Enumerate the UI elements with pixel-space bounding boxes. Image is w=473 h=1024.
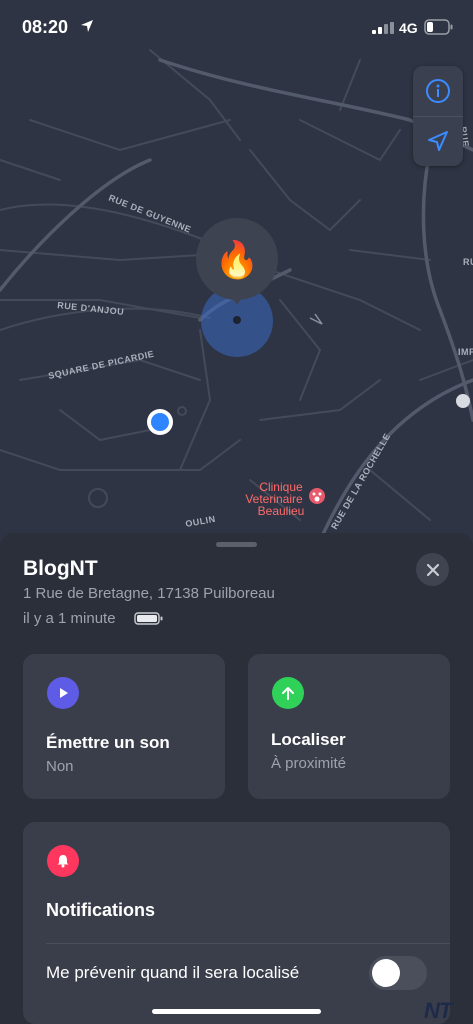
street-label: IMP bbox=[458, 347, 473, 357]
home-indicator[interactable] bbox=[152, 1009, 321, 1014]
poi-name-line: Beaulieu bbox=[258, 504, 305, 518]
close-icon bbox=[426, 563, 439, 576]
play-icon bbox=[60, 688, 68, 698]
divider bbox=[46, 943, 450, 944]
location-arrow-icon bbox=[428, 131, 448, 151]
recenter-location-button[interactable] bbox=[413, 116, 463, 166]
cellular-signal-icon bbox=[372, 22, 394, 34]
street-label: RUE bbox=[463, 257, 473, 267]
notifications-card: Notifications Me prévenir quand il sera … bbox=[23, 822, 450, 1024]
find-nearby-label: Localiser bbox=[271, 730, 346, 749]
vet-poi-icon[interactable] bbox=[309, 488, 325, 504]
battery-icon bbox=[424, 19, 453, 35]
user-location-dot bbox=[147, 409, 173, 435]
find-nearby-card[interactable]: Localiser À proximité bbox=[248, 654, 450, 799]
map-view[interactable]: RUE DE GUYENNE RUE D'ANJOU SQUARE DE PIC… bbox=[0, 0, 473, 560]
map-controls bbox=[413, 66, 463, 166]
fire-emoji-icon: 🔥 bbox=[215, 239, 260, 280]
sheet-grabber[interactable] bbox=[216, 542, 257, 547]
device-name: BlogNT bbox=[23, 557, 98, 580]
notifications-icon-badge bbox=[47, 845, 79, 877]
map-info-button[interactable] bbox=[413, 66, 463, 117]
play-sound-status: Non bbox=[46, 758, 74, 775]
watermark-logo: NT bbox=[424, 998, 452, 1023]
status-bar: 08:20 4G bbox=[0, 0, 473, 54]
find-nearby-status: À proximité bbox=[271, 755, 347, 772]
toggle-knob bbox=[372, 959, 400, 987]
item-battery-icon bbox=[134, 612, 163, 625]
status-time: 08:20 bbox=[22, 17, 69, 37]
device-address: 1 Rue de Bretagne, 17138 Puilboreau bbox=[23, 585, 275, 602]
notify-when-found-toggle[interactable] bbox=[369, 956, 427, 990]
network-type: 4G bbox=[399, 20, 418, 36]
item-detail-sheet: BlogNT 1 Rue de Bretagne, 17138 Puilbore… bbox=[0, 533, 473, 1024]
item-location-dot bbox=[233, 316, 241, 324]
play-sound-icon-badge bbox=[47, 677, 79, 709]
arrow-up-icon bbox=[282, 687, 294, 700]
location-services-icon bbox=[81, 20, 93, 32]
bell-icon bbox=[57, 855, 69, 868]
play-sound-card[interactable]: Émettre un son Non bbox=[23, 654, 225, 799]
close-button[interactable] bbox=[416, 553, 449, 586]
last-seen-time: il y a 1 minute bbox=[23, 610, 116, 627]
find-nearby-icon-badge bbox=[272, 677, 304, 709]
notify-when-found-label: Me prévenir quand il sera localisé bbox=[46, 963, 300, 982]
play-sound-label: Émettre un son bbox=[46, 733, 170, 752]
info-icon bbox=[426, 79, 450, 103]
notifications-title: Notifications bbox=[46, 900, 156, 920]
